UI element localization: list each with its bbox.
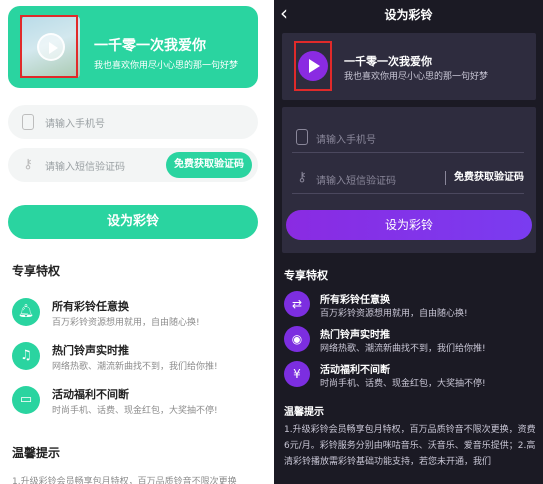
phone-field[interactable]: 请输入手机号 xyxy=(292,123,524,153)
bell-icon: 🔔︎ xyxy=(12,298,40,326)
feature-title: 活动福利不间断 xyxy=(320,365,390,376)
get-code-button[interactable]: 免费获取验证码 xyxy=(445,171,524,185)
song-title: 一千零一次我爱你 xyxy=(344,55,432,68)
feature-desc: 百万彩铃资源想用就用，自由随心换! xyxy=(320,309,468,319)
tips-text: 1.升级彩铃会员畅享包月特权，百万品质铃音不限次更换 xyxy=(12,477,237,484)
song-title: 一千零一次我爱你 xyxy=(94,38,206,54)
sms-code-field[interactable]: ⚷ 请输入短信验证码 免费获取验证码 xyxy=(8,148,258,182)
disc-icon: ◉ xyxy=(284,326,310,352)
page-title: 设为彩铃 xyxy=(384,8,433,22)
set-ringtone-button[interactable]: 设为彩铃 xyxy=(286,210,532,240)
song-subtitle: 我也喜欢你用尽小心思的那一句好梦 xyxy=(94,61,239,71)
feature-desc: 百万彩铃资源想用就用，自由随心换! xyxy=(52,318,200,328)
tips-text: 1.升级彩铃会员畅享包月特权，百万品质铃音不限次更换，资费6元/月。彩铃服务分别… xyxy=(284,425,536,467)
key-icon: ⚷ xyxy=(23,157,33,172)
feature-item: ¥ 活动福利不间断 时尚手机、话费、现金红包，大奖抽不停! xyxy=(284,359,538,393)
tips-title: 温馨提示 xyxy=(12,446,61,460)
feature-desc: 时尚手机、话费、现金红包，大奖抽不停! xyxy=(320,379,486,389)
feature-title: 热门铃声实时推 xyxy=(320,330,390,341)
feature-desc: 网络热歌、潮流新曲找不到，我们给你推! xyxy=(320,344,486,354)
set-ringtone-button[interactable]: 设为彩铃 xyxy=(8,205,258,239)
sms-code-field[interactable]: ⚷ 请输入短信验证码 免费获取验证码 xyxy=(292,164,524,194)
feature-title: 活动福利不间断 xyxy=(52,388,129,401)
feature-item: ▭ 活动福利不间断 时尚手机、话费、现金红包，大奖抽不停! xyxy=(12,384,262,418)
dark-theme-panel: ‹ 设为彩铃 一千零一次我爱你 我也喜欢你用尽小心思的那一句好梦 请输入手机号 … xyxy=(274,0,543,484)
song-subtitle: 我也喜欢你用尽小心思的那一句好梦 xyxy=(344,72,489,82)
feature-item: ◉ 热门铃声实时推 网络热歌、潮流新曲找不到，我们给你推! xyxy=(284,324,538,358)
subscribe-form: 请输入手机号 ⚷ 请输入短信验证码 免费获取验证码 设为彩铃 xyxy=(282,107,536,253)
tips-title: 温馨提示 xyxy=(284,407,324,418)
feature-item: ♫ 热门铃声实时推 网络热歌、潮流新曲找不到，我们给你推! xyxy=(12,340,262,374)
phone-icon xyxy=(296,129,308,145)
feature-title: 所有彩铃任意换 xyxy=(52,300,129,313)
coupon-icon: ¥ xyxy=(284,361,310,387)
privileges-title: 专享特权 xyxy=(284,269,328,282)
phone-placeholder: 请输入手机号 xyxy=(316,135,376,146)
feature-title: 所有彩铃任意换 xyxy=(320,295,390,306)
feature-item: ⇄ 所有彩铃任意换 百万彩铃资源想用就用，自由随心换! xyxy=(284,289,538,323)
light-theme-panel: 一千零一次我爱你 我也喜欢你用尽小心思的那一句好梦 请输入手机号 ⚷ 请输入短信… xyxy=(0,0,270,484)
ticket-icon: ▭ xyxy=(12,386,40,414)
privileges-title: 专享特权 xyxy=(12,264,61,278)
music-note-icon: ♫ xyxy=(12,342,40,370)
highlight-box xyxy=(20,15,78,78)
feature-item: 🔔︎ 所有彩铃任意换 百万彩铃资源想用就用，自由随心换! xyxy=(12,296,262,330)
song-card: 一千零一次我爱你 我也喜欢你用尽小心思的那一句好梦 xyxy=(282,33,536,100)
sms-placeholder: 请输入短信验证码 xyxy=(316,176,396,187)
feature-desc: 时尚手机、话费、现金红包，大奖抽不停! xyxy=(52,406,218,416)
get-code-button[interactable]: 免费获取验证码 xyxy=(166,152,252,178)
phone-placeholder: 请输入手机号 xyxy=(45,119,105,130)
highlight-box xyxy=(294,41,332,91)
swap-icon: ⇄ xyxy=(284,291,310,317)
phone-icon xyxy=(22,114,34,130)
feature-desc: 网络热歌、潮流新曲找不到，我们给你推! xyxy=(52,362,218,372)
key-icon: ⚷ xyxy=(297,170,307,185)
sms-placeholder: 请输入短信验证码 xyxy=(45,162,125,173)
feature-title: 热门铃声实时推 xyxy=(52,344,129,357)
phone-field[interactable]: 请输入手机号 xyxy=(8,105,258,139)
